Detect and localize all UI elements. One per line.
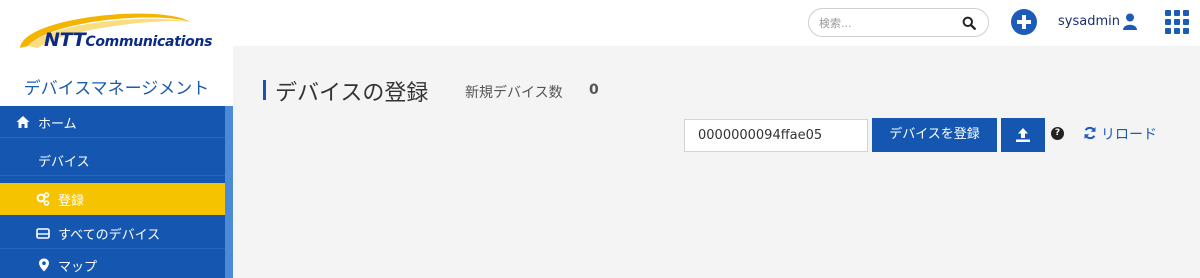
- refresh-icon: [1084, 126, 1096, 140]
- logo-ntt: NTT: [44, 29, 86, 51]
- logo-text: NTTCommunications: [44, 29, 212, 51]
- question-circle-icon[interactable]: ?: [1051, 127, 1064, 140]
- hdd-icon: [36, 228, 50, 239]
- ntt-communications-logo[interactable]: NTTCommunications: [14, 8, 220, 58]
- search-input[interactable]: [819, 14, 959, 32]
- sidebar-item-map[interactable]: マップ: [0, 249, 225, 278]
- home-icon: [16, 116, 30, 128]
- page-title: デバイスの登録: [275, 81, 429, 106]
- top-bar: NTTCommunications sysadmin: [0, 0, 1200, 51]
- title-accent-bar: [263, 80, 266, 100]
- new-device-count: 0: [589, 82, 599, 98]
- search-box: [808, 8, 989, 37]
- search-icon[interactable]: [962, 16, 976, 30]
- upload-button[interactable]: [1001, 118, 1045, 152]
- sidebar-item-label: マップ: [58, 260, 98, 275]
- user-name[interactable]: sysadmin: [1058, 14, 1120, 29]
- reload-label: リロード: [1101, 127, 1157, 143]
- sidebar-brand: デバイスマネージメント: [0, 58, 233, 106]
- register-device-button[interactable]: デバイスを登録: [872, 118, 997, 152]
- sidebar-item-home[interactable]: ホーム: [0, 106, 225, 138]
- map-marker-icon: [39, 258, 49, 272]
- apps-grid-icon[interactable]: [1165, 10, 1189, 34]
- sidebar-item-register[interactable]: 登録: [0, 183, 235, 215]
- device-id-input[interactable]: [684, 119, 868, 152]
- cogs-icon: [36, 192, 50, 206]
- sidebar-item-devices[interactable]: デバイス: [0, 144, 225, 176]
- new-device-count-label: 新規デバイス数: [465, 85, 563, 101]
- add-button[interactable]: [1011, 9, 1037, 35]
- user-icon[interactable]: [1123, 13, 1137, 30]
- main-content: デバイスの登録 新規デバイス数 0 デバイスを登録 ? リロード: [233, 46, 1200, 278]
- app-title[interactable]: デバイスマネージメント: [0, 74, 233, 99]
- sidebar: ホーム デバイス 登録 すべてのデバイス マップ: [0, 106, 235, 278]
- sidebar-item-all-devices[interactable]: すべてのデバイス: [0, 217, 225, 249]
- sidebar-item-label: ホーム: [38, 117, 77, 132]
- sidebar-item-label: デバイス: [38, 155, 90, 170]
- sidebar-item-label: 登録: [58, 194, 85, 209]
- logo-communications: Communications: [85, 34, 213, 50]
- sidebar-item-label: すべてのデバイス: [58, 228, 161, 243]
- sidebar-scroll-strip: [225, 106, 233, 278]
- upload-icon: [1016, 128, 1030, 142]
